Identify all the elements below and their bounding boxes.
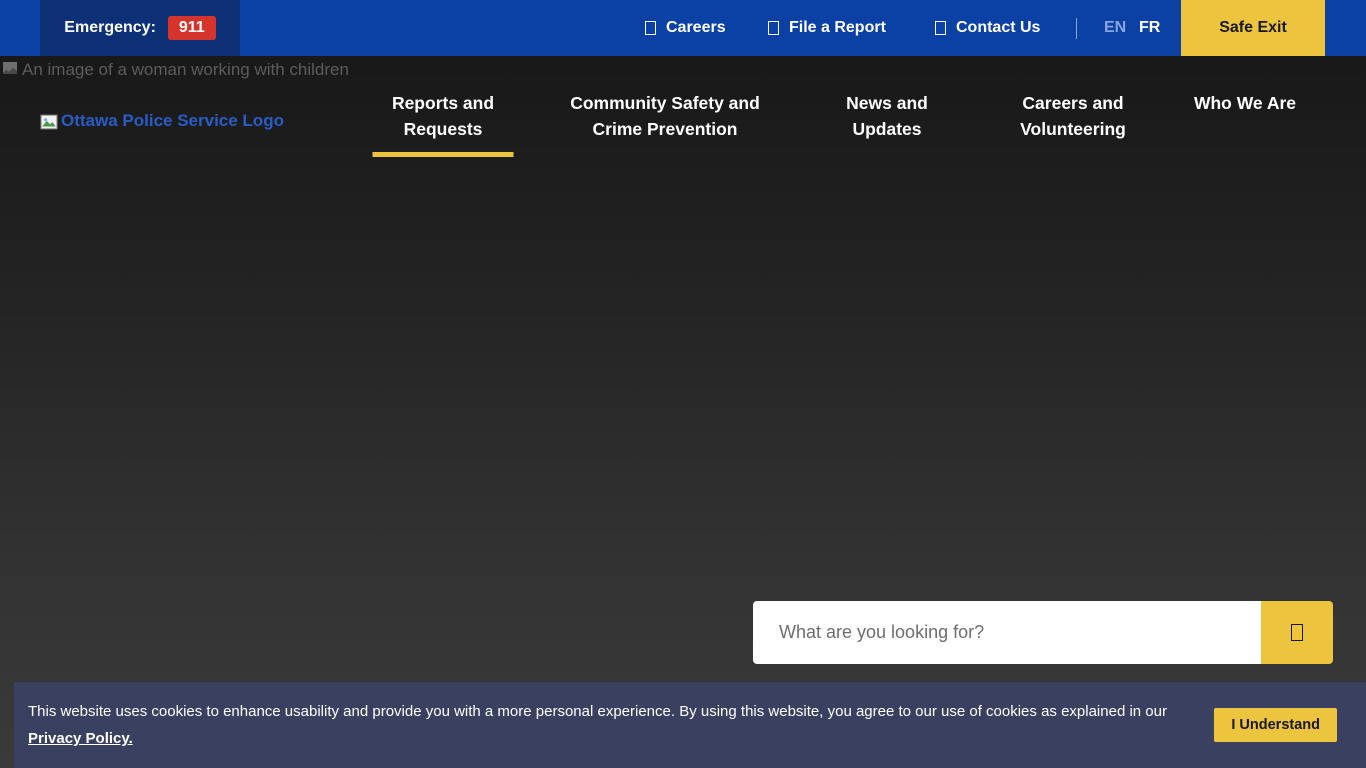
file-report-icon bbox=[768, 21, 779, 35]
language-divider bbox=[1076, 18, 1077, 39]
topbar-link-careers[interactable]: Careers bbox=[645, 0, 726, 56]
nav-item-label: Careers and Volunteering bbox=[1020, 93, 1126, 139]
hero-image-alt-text: An image of a woman working with childre… bbox=[22, 60, 349, 80]
nav-item-news-and-updates[interactable]: News and Updates bbox=[832, 90, 942, 142]
emergency-number-badge: 911 bbox=[168, 16, 216, 40]
nav-item-careers-and-volunteering[interactable]: Careers and Volunteering bbox=[1003, 90, 1143, 142]
topbar-link-label: Careers bbox=[666, 19, 726, 37]
cookie-accept-button[interactable]: I Understand bbox=[1214, 708, 1337, 742]
safe-exit-button[interactable]: Safe Exit bbox=[1181, 0, 1325, 56]
nav-item-label: Who We Are bbox=[1194, 93, 1296, 113]
cookie-consent-banner: This website uses cookies to enhance usa… bbox=[14, 682, 1366, 768]
site-search bbox=[753, 601, 1333, 664]
privacy-policy-link[interactable]: Privacy Policy. bbox=[28, 730, 133, 747]
cookie-message-text: This website uses cookies to enhance usa… bbox=[28, 703, 1167, 720]
top-utility-bar: Emergency: 911 Careers File a Report Con… bbox=[0, 0, 1366, 56]
cookie-message: This website uses cookies to enhance usa… bbox=[28, 698, 1208, 752]
page: Emergency: 911 Careers File a Report Con… bbox=[0, 0, 1366, 768]
emergency-box: Emergency: 911 bbox=[40, 0, 240, 56]
search-input[interactable] bbox=[753, 601, 1261, 664]
hero-image-broken: An image of a woman working with childre… bbox=[2, 60, 349, 80]
broken-image-icon bbox=[40, 113, 58, 131]
active-nav-underline bbox=[373, 152, 514, 157]
nav-item-reports-and-requests[interactable]: Reports and Requests bbox=[368, 90, 518, 142]
search-button[interactable] bbox=[1261, 601, 1333, 664]
nav-item-community-safety[interactable]: Community Safety and Crime Prevention bbox=[555, 90, 775, 142]
nav-item-label: Community Safety and Crime Prevention bbox=[570, 93, 760, 139]
nav-item-label: News and Updates bbox=[846, 93, 928, 139]
nav-item-who-we-are[interactable]: Who We Are bbox=[1180, 90, 1310, 116]
topbar-link-label: Contact Us bbox=[956, 19, 1040, 37]
nav-item-label: Reports and Requests bbox=[392, 93, 494, 139]
language-toggle-en[interactable]: EN bbox=[1104, 0, 1126, 56]
logo-alt-text: Ottawa Police Service Logo bbox=[61, 111, 284, 131]
search-icon bbox=[1291, 624, 1303, 641]
topbar-link-label: File a Report bbox=[789, 19, 886, 37]
emergency-label: Emergency: bbox=[64, 19, 156, 37]
language-toggle-fr[interactable]: FR bbox=[1139, 0, 1160, 56]
careers-icon bbox=[645, 21, 656, 35]
topbar-link-file-a-report[interactable]: File a Report bbox=[768, 0, 886, 56]
contact-us-icon bbox=[935, 21, 946, 35]
logo-link[interactable]: Ottawa Police Service Logo bbox=[40, 111, 284, 131]
broken-image-icon bbox=[2, 61, 18, 77]
topbar-link-contact-us[interactable]: Contact Us bbox=[935, 0, 1040, 56]
